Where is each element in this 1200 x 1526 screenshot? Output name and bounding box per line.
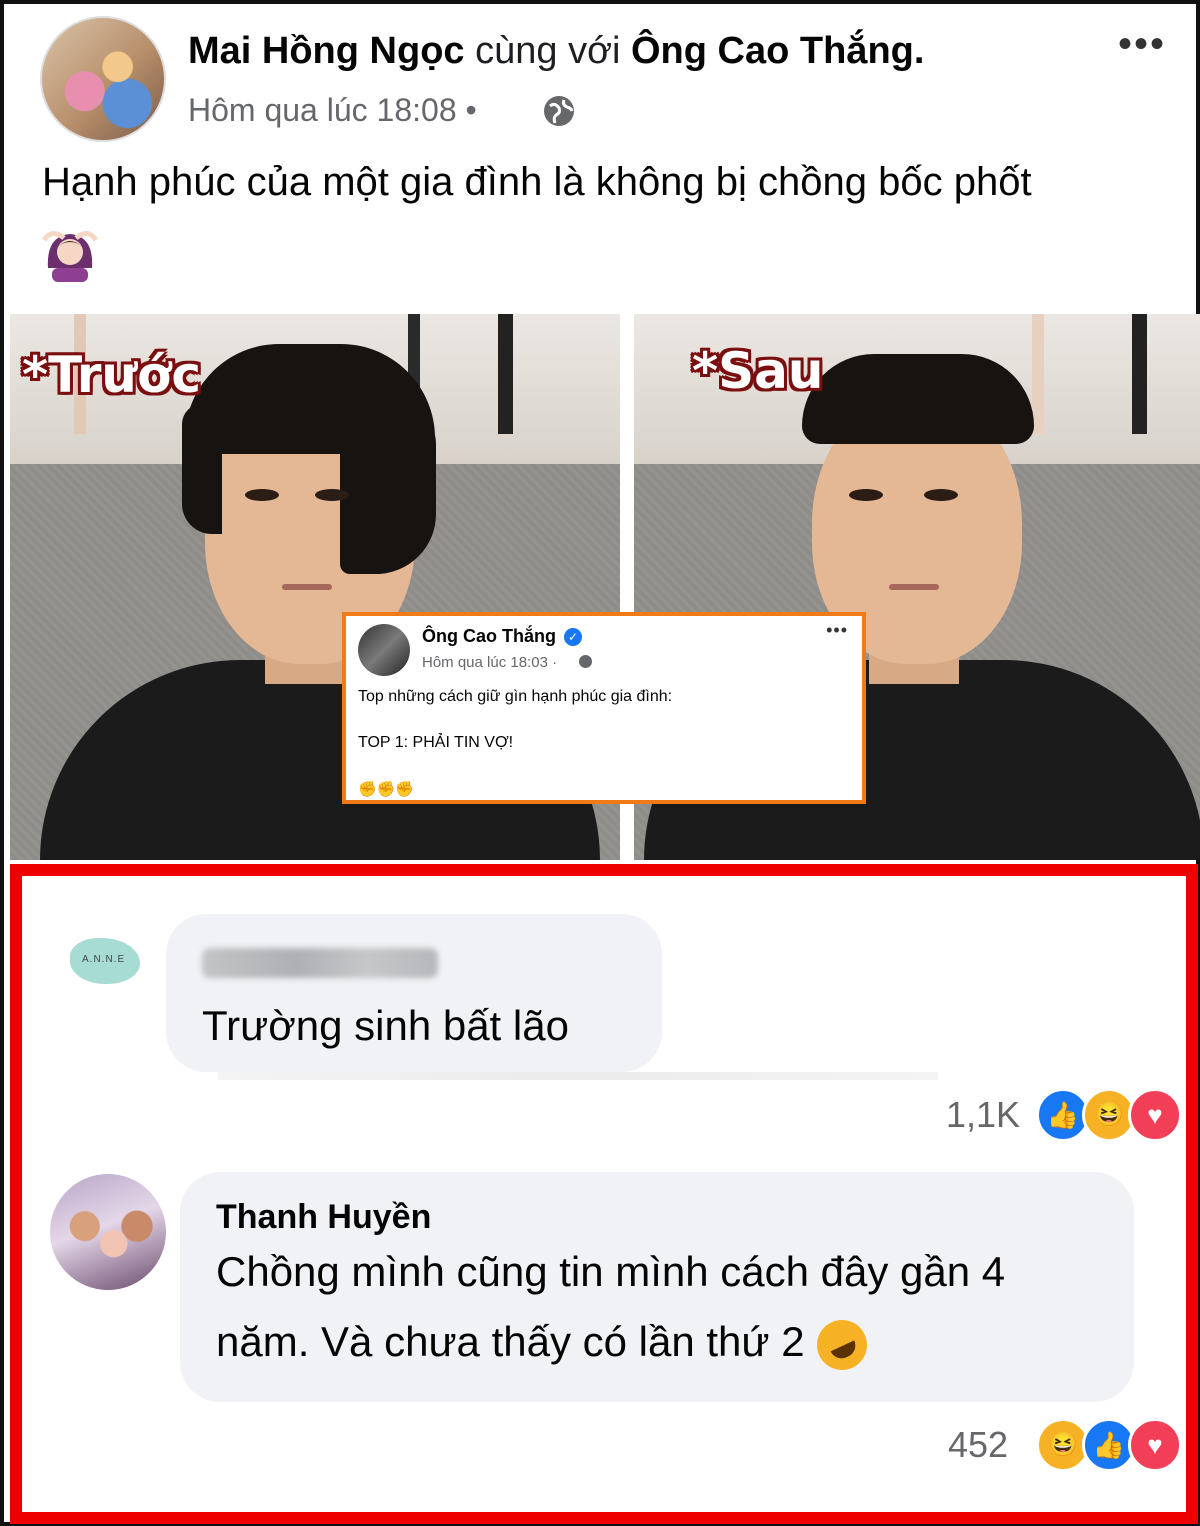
commenter-avatar[interactable]: A.N.N.E (56, 916, 152, 1012)
time-separator: • (465, 92, 477, 128)
eye (849, 489, 883, 501)
blurred-commenter-name (202, 948, 438, 978)
comment-bubble: Thanh Huyền Chồng mình cũng tin mình các… (180, 1172, 1134, 1402)
woman-gesturing-ok-icon (42, 231, 98, 282)
mouth (282, 584, 332, 590)
post-header-names: Mai Hồng Ngọc cùng với Ông Cao Thắng. (188, 30, 924, 73)
globe-icon (544, 96, 574, 126)
more-icon[interactable]: ••• (1118, 24, 1166, 64)
embedded-author-name: Ông Cao Thắng (422, 626, 556, 646)
comment-bubble: Trường sinh bất lão (166, 914, 662, 1072)
background-legs (480, 314, 540, 434)
with-text: cùng với (475, 30, 621, 72)
tagged-name[interactable]: Ông Cao Thắng. (631, 30, 924, 72)
embedded-author-avatar (358, 624, 410, 676)
eye (245, 489, 279, 501)
comment-text: Trường sinh bất lão (202, 1002, 569, 1049)
eye (315, 489, 349, 501)
hair (802, 354, 1034, 444)
raised-fist-icons: ✊✊✊ (358, 781, 415, 798)
post-text: Hạnh phúc của một gia đình là không bị c… (42, 160, 1032, 204)
post-time-text: Hôm qua lúc 18:08 (188, 92, 457, 128)
reaction-count[interactable]: 1,1K (946, 1094, 1020, 1136)
author-name[interactable]: Mai Hồng Ngọc (188, 30, 465, 72)
verified-badge-icon: ✓ (564, 628, 582, 646)
love-reaction-icon: ♥ (1128, 1418, 1182, 1472)
avatar-logo-text: A.N.N.E (82, 954, 126, 965)
author-avatar[interactable] (40, 16, 166, 142)
hair-side (340, 404, 436, 574)
after-label: *Sau (692, 342, 824, 400)
comment-text: năm. Và chưa thấy có lần thứ 2 (216, 1318, 805, 1365)
comment-text-line: năm. Và chưa thấy có lần thứ 2 (216, 1311, 875, 1379)
embedded-post-line: Top những cách giữ gìn hạnh phúc gia đìn… (358, 688, 673, 705)
hair-side (182, 404, 222, 534)
mouth (889, 584, 939, 590)
commenter-name[interactable]: Thanh Huyền (216, 1198, 431, 1237)
eye (924, 489, 958, 501)
post-timestamp[interactable]: Hôm qua lúc 18:08 • (188, 92, 477, 129)
embedded-post-time: Hôm qua lúc 18:03 · (422, 654, 558, 671)
before-label: *Trước (22, 346, 202, 404)
background-legs (1114, 314, 1174, 434)
embedded-post-screenshot: Ông Cao Thắng ✓ Hôm qua lúc 18:03 · ••• … (342, 612, 866, 804)
reaction-count[interactable]: 452 (948, 1424, 1008, 1466)
commenter-avatar[interactable] (50, 1174, 166, 1290)
more-icon: ••• (826, 620, 848, 640)
rolling-on-floor-laughing-icon (808, 1311, 875, 1379)
embedded-post-line: TOP 1: PHẢI TIN VỢ! (358, 734, 514, 751)
globe-icon (579, 655, 592, 668)
love-reaction-icon: ♥ (1128, 1088, 1182, 1142)
faded-text-line (218, 1072, 938, 1080)
post-card: Mai Hồng Ngọc cùng với Ông Cao Thắng. Hô… (0, 0, 1200, 1526)
comment-text: Chồng mình cũng tin mình cách đây gần 4 (216, 1248, 1006, 1295)
comments-section: A.N.N.E Trường sinh bất lão 1,1K 👍 😆 ♥ T… (10, 864, 1198, 1524)
